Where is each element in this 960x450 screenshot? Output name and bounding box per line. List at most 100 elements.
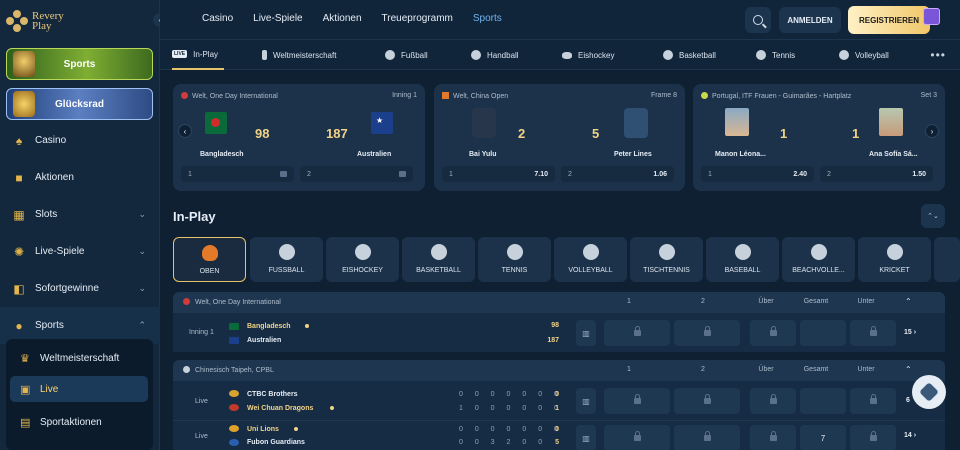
category-tennis[interactable]: TENNIS <box>478 237 551 282</box>
subnav-item-live[interactable]: ▣ Live <box>10 376 148 402</box>
tab-handball[interactable]: Handball <box>471 40 519 70</box>
odds-cell[interactable] <box>750 388 796 414</box>
category-eishockey[interactable]: EISHOCKEY <box>326 237 399 282</box>
odds-value: 2.40 <box>793 170 807 178</box>
odds-cell[interactable] <box>850 388 896 414</box>
odds-cell[interactable] <box>604 425 670 450</box>
tab-in-play[interactable]: LIVE In-Play <box>172 40 224 70</box>
carousel-prev-button[interactable]: ‹ <box>178 124 192 138</box>
category-label: EISHOCKEY <box>342 267 383 274</box>
subnav-item-weltmeisterschaft[interactable]: ♛ Weltmeisterschaft <box>10 345 148 371</box>
chevron-down-icon: ⌄ <box>138 283 146 293</box>
odds-button-2[interactable]: 2 1.50 <box>820 166 933 182</box>
topnav-casino[interactable]: Casino <box>202 13 233 24</box>
sidebar-item-live-spiele[interactable]: ✺ Live-Spiele ⌄ <box>0 233 160 270</box>
odds-button-2[interactable]: 2 1.06 <box>561 166 674 182</box>
brand-logo[interactable]: Revery Play <box>6 8 76 34</box>
subnav-item-sportaktionen[interactable]: ▤ Sportaktionen <box>10 409 148 435</box>
odds-cell[interactable] <box>800 388 846 414</box>
category-label: BASEBALL <box>724 267 761 274</box>
odds-button-1[interactable]: 1 <box>181 166 294 182</box>
odds-cell[interactable] <box>604 388 670 414</box>
warning-icon <box>442 92 449 99</box>
stats-button[interactable]: ▥ <box>576 425 596 450</box>
category-baseball[interactable]: BASEBALL <box>706 237 779 282</box>
register-button[interactable]: REGISTRIEREN <box>848 6 930 34</box>
topnav-treueprogramm[interactable]: Treueprogramm <box>382 13 453 24</box>
fire-icon <box>201 245 218 261</box>
carousel-next-button[interactable]: › <box>925 124 939 138</box>
more-markets-link[interactable]: 6 <box>906 397 910 404</box>
more-markets-link[interactable]: 15 › <box>904 329 916 336</box>
tab-weltmeisterschaft[interactable]: Weltmeisterschaft <box>262 40 336 70</box>
column-header: Über <box>758 366 774 373</box>
sidebar-item-slots[interactable]: ▦ Slots ⌄ <box>0 196 160 233</box>
tab-basketball[interactable]: Basketball <box>663 40 716 70</box>
category-tischtennis[interactable]: TISCHTENNIS <box>630 237 703 282</box>
tab-volleyball[interactable]: Volleyball <box>839 40 889 70</box>
away-score: 1 <box>555 405 559 412</box>
odds-button-1[interactable]: 1 2.40 <box>701 166 814 182</box>
odds-button-2[interactable]: 2 <box>300 166 413 182</box>
betslip-button[interactable] <box>912 375 946 409</box>
sidebar-item-aktionen[interactable]: ■ Aktionen <box>0 159 160 196</box>
odds-cell[interactable] <box>674 320 740 346</box>
sport-tabs: LIVE In-Play Weltmeisterschaft Fußball Ha… <box>160 40 960 70</box>
more-icon[interactable]: ••• <box>930 48 946 62</box>
stats-button[interactable]: ▥ <box>576 320 596 346</box>
login-button[interactable]: ANMELDEN <box>779 7 841 33</box>
category-kricket[interactable]: KRICKET <box>858 237 931 282</box>
stats-button[interactable]: ▥ <box>576 388 596 414</box>
odds-cell[interactable] <box>674 388 740 414</box>
away-team: Peter Lines <box>614 151 652 158</box>
sidebar-item-casino[interactable]: ♠ Casino <box>0 122 160 159</box>
odds-button-1[interactable]: 1 7.10 <box>442 166 555 182</box>
flag-icon <box>181 92 188 99</box>
category-volleyball[interactable]: VOLLEYBALL <box>554 237 627 282</box>
column-header: 1 <box>627 366 631 373</box>
odds-cell[interactable]: 7 <box>800 425 846 450</box>
table-row[interactable]: Live Uni Lions Fubon Guardians 0 0 0 0 0… <box>173 420 945 450</box>
chevron-up-icon[interactable]: ⌃ <box>905 297 912 306</box>
table-row[interactable]: Inning 1 Bangladesch Australien 98 187 ▥… <box>173 312 945 352</box>
topnav-aktionen[interactable]: Aktionen <box>323 13 362 24</box>
league-header[interactable]: Chinesisch Taipeh, CPBL 1 2 Über Gesamt … <box>173 360 945 380</box>
topnav-sports[interactable]: Sports <box>473 13 502 24</box>
category-basketball[interactable]: BASKETBALL <box>402 237 475 282</box>
team-logo-icon <box>229 404 239 411</box>
market-count: 14 <box>904 432 912 439</box>
odds-cell[interactable] <box>850 425 896 450</box>
collapse-all-button[interactable]: ⌃⌄ <box>921 204 945 228</box>
trophy-image <box>13 51 35 77</box>
tab-fussball[interactable]: Fußball <box>385 40 428 70</box>
category-beachvolleyball[interactable]: BEACHVOLLE... <box>782 237 855 282</box>
lock-icon <box>869 431 877 441</box>
search-button[interactable] <box>745 7 771 33</box>
category-oben[interactable]: OBEN <box>173 237 246 282</box>
odds-cell[interactable] <box>674 425 740 450</box>
more-markets-link[interactable]: 14 › <box>904 432 916 439</box>
basketball-icon <box>430 244 447 260</box>
league-header[interactable]: Welt, One Day International 1 2 Über Ges… <box>173 292 945 312</box>
jersey-icon <box>472 108 496 138</box>
featured-card[interactable]: Portugal, ITF Frauen - Guimarães - Hartp… <box>693 84 945 191</box>
featured-card[interactable]: Welt, One Day International Inning 1 98 1… <box>173 84 425 191</box>
category-fussball[interactable]: FUSSBALL <box>250 237 323 282</box>
odds-cell[interactable] <box>800 320 846 346</box>
featured-card[interactable]: Welt, China Open Frame 8 2 5 Bai Yulu Pet… <box>434 84 685 191</box>
odds-cell[interactable] <box>850 320 896 346</box>
team-flag-icon <box>229 323 239 330</box>
sidebar-item-sofortgewinne[interactable]: ◧ Sofortgewinne ⌄ <box>0 270 160 307</box>
odds-cell[interactable] <box>750 320 796 346</box>
chevron-up-icon[interactable]: ⌃ <box>905 365 912 374</box>
promo-sports-banner[interactable]: Sports <box>6 48 153 80</box>
promo-label: Glücksrad <box>55 98 104 110</box>
odds-cell[interactable] <box>750 425 796 450</box>
odds-cell[interactable] <box>604 320 670 346</box>
topnav-live-spiele[interactable]: Live-Spiele <box>253 13 302 24</box>
table-row[interactable]: Live CTBC Brothers Wei Chuan Dragons 0 0… <box>173 380 945 420</box>
tab-eishockey[interactable]: Eishockey <box>562 40 614 70</box>
promo-wheel-banner[interactable]: Glücksrad <box>6 88 153 120</box>
tab-tennis[interactable]: Tennis <box>756 40 795 70</box>
category-overflow[interactable] <box>934 237 960 282</box>
